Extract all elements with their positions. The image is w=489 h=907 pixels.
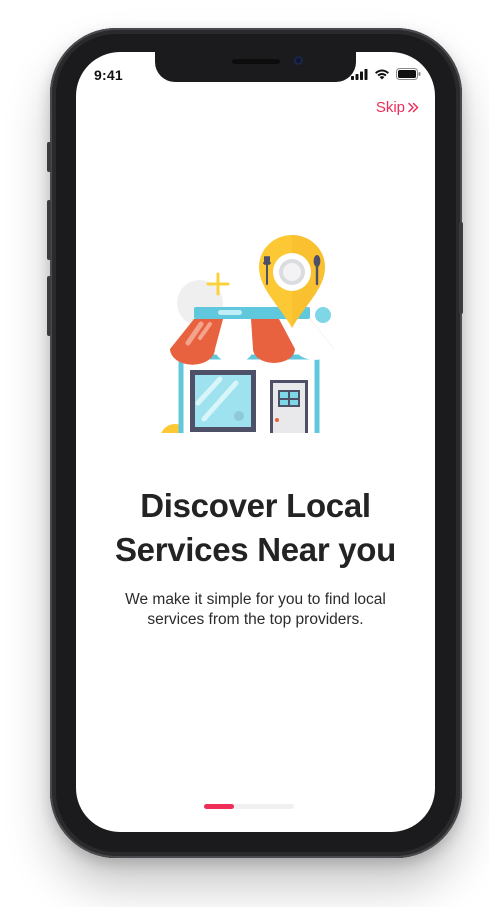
local-shop-illustration — [161, 235, 334, 433]
page-indicator — [204, 804, 294, 809]
onboarding-subtitle: We make it simple for you to find local … — [100, 590, 411, 630]
onboarding-subtitle-line-2: services from the top providers. — [147, 611, 364, 628]
chevrons-right-icon — [408, 102, 419, 113]
onboarding-title: Discover Local Services Near you — [76, 484, 435, 572]
battery-icon — [396, 68, 421, 80]
status-time: 9:41 — [94, 67, 123, 83]
onboarding-title-line-1: Discover Local — [140, 487, 371, 524]
notch — [155, 52, 356, 82]
screen: 9:41 Skip Discover Local Services Near y… — [76, 52, 435, 832]
cellular-signal-icon — [351, 68, 368, 80]
volume-down-button — [47, 276, 51, 336]
skip-button[interactable]: Skip — [376, 99, 419, 116]
status-icons — [351, 68, 421, 80]
wifi-icon — [375, 69, 389, 79]
page-indicator-active — [204, 804, 234, 809]
onboarding-subtitle-line-1: We make it simple for you to find local — [125, 591, 386, 608]
front-camera — [294, 56, 303, 65]
volume-up-button — [47, 200, 51, 260]
skip-label: Skip — [375, 99, 405, 116]
mute-switch — [47, 142, 51, 172]
power-button — [459, 222, 463, 314]
speaker-grille — [232, 59, 280, 64]
onboarding-title-line-2: Services Near you — [114, 531, 397, 568]
